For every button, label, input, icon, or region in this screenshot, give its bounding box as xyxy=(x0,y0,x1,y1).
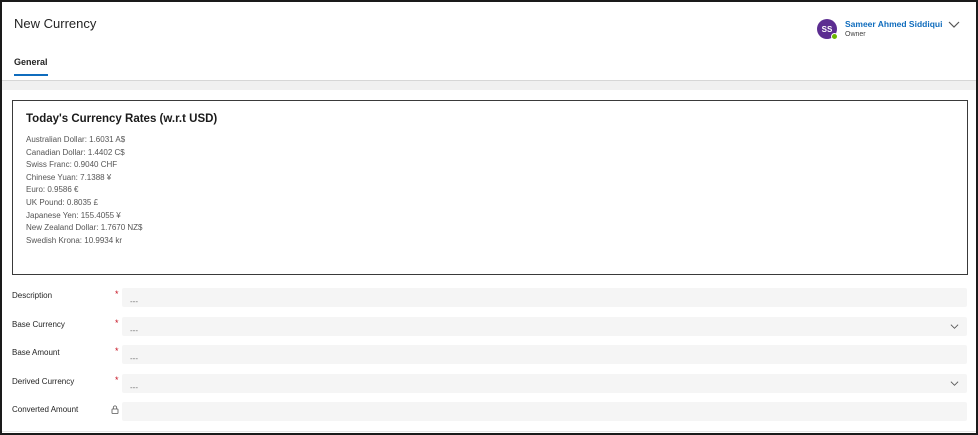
rate-item: Swiss Franc: 0.9040 CHF xyxy=(26,160,118,170)
tab-general[interactable]: General xyxy=(14,57,48,67)
rate-item: Canadian Dollar: 1.4402 C$ xyxy=(26,147,125,157)
rate-item: Australian Dollar: 1.6031 A$ xyxy=(26,135,126,144)
required-marker: * xyxy=(115,318,119,328)
chevron-down-icon[interactable] xyxy=(947,17,961,31)
derived-currency-lookup[interactable]: --- xyxy=(122,374,967,393)
section-spacer xyxy=(2,81,976,90)
avatar-initials: SS xyxy=(821,24,833,34)
presence-indicator-icon xyxy=(831,33,838,40)
rate-item: Swedish Krona: 10.9934 kr xyxy=(26,235,123,245)
rate-item: UK Pound: 0.8035 £ xyxy=(26,197,99,207)
base-amount-row: Base Amount * --- xyxy=(2,345,976,367)
form-header: New Currency SS Sameer Ahmed Siddiqui Ow… xyxy=(2,2,976,82)
app-frame: New Currency SS Sameer Ahmed Siddiqui Ow… xyxy=(0,0,978,435)
owner-role-label: Owner xyxy=(845,31,866,38)
rate-item: New Zealand Dollar: 1.7670 NZ$ xyxy=(26,223,143,233)
rates-title: Today's Currency Rates (w.r.t USD) xyxy=(26,113,218,125)
base-currency-row: Base Currency * --- xyxy=(2,317,976,339)
description-label: Description xyxy=(12,291,53,300)
base-amount-value: --- xyxy=(130,354,138,363)
page-title: New Currency xyxy=(14,16,97,31)
converted-amount-row: Converted Amount xyxy=(2,402,976,424)
derived-currency-row: Derived Currency * --- xyxy=(2,374,976,396)
chevron-down-icon[interactable] xyxy=(950,379,959,388)
active-tab-indicator xyxy=(14,74,48,76)
base-amount-field[interactable]: --- xyxy=(122,345,967,364)
lock-icon xyxy=(111,405,119,414)
chevron-down-icon[interactable] xyxy=(950,322,959,331)
owner-card[interactable]: SS Sameer Ahmed Siddiqui Owner xyxy=(817,17,967,45)
rate-item: Chinese Yuan: 7.1388 ¥ xyxy=(26,172,112,182)
base-currency-value: --- xyxy=(130,326,138,335)
rates-list: Australian Dollar: 1.6031 A$ Canadian Do… xyxy=(26,134,143,247)
rate-item: Euro: 0.9586 € xyxy=(26,185,79,195)
required-marker: * xyxy=(115,346,119,356)
converted-amount-label: Converted Amount xyxy=(12,405,79,414)
base-currency-label: Base Currency xyxy=(12,320,65,329)
description-value: --- xyxy=(130,297,138,306)
rate-item: Japanese Yen: 155.4055 ¥ xyxy=(26,210,121,220)
derived-currency-value: --- xyxy=(130,383,138,392)
bottom-divider xyxy=(2,431,976,432)
derived-currency-label: Derived Currency xyxy=(12,377,75,386)
description-field[interactable]: --- xyxy=(122,288,967,307)
converted-amount-field xyxy=(122,402,967,421)
base-amount-label: Base Amount xyxy=(12,348,60,357)
description-row: Description * --- xyxy=(2,288,976,310)
required-marker: * xyxy=(115,375,119,385)
currency-rates-panel: Today's Currency Rates (w.r.t USD) Austr… xyxy=(12,100,968,275)
owner-name-link[interactable]: Sameer Ahmed Siddiqui xyxy=(845,19,942,29)
required-marker: * xyxy=(115,289,119,299)
base-currency-lookup[interactable]: --- xyxy=(122,317,967,336)
